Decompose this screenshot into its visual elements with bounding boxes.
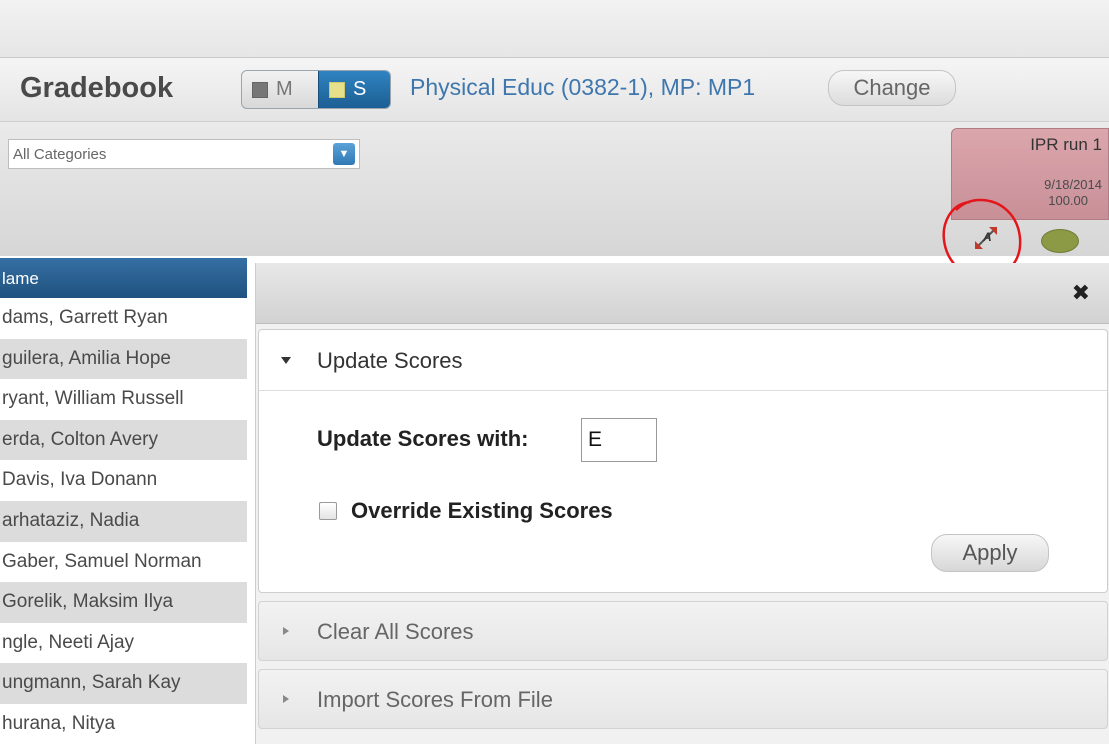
- import-scores-section[interactable]: Import Scores From File: [258, 669, 1108, 729]
- triangle-down-icon: [281, 357, 291, 364]
- square-icon: [252, 81, 268, 98]
- category-select-value: All Categories: [13, 146, 107, 163]
- toggle-m-label: M: [276, 78, 293, 100]
- student-row[interactable]: Davis, Iva Donann: [0, 460, 247, 501]
- browser-top-strip: [0, 0, 1109, 58]
- student-row[interactable]: guilera, Amilia Hope: [0, 338, 247, 380]
- update-scores-input[interactable]: [581, 418, 657, 462]
- student-row[interactable]: erda, Colton Avery: [0, 419, 247, 461]
- student-row[interactable]: ngle, Neeti Ajay: [0, 623, 247, 664]
- student-row[interactable]: ryant, William Russell: [0, 379, 247, 420]
- change-button[interactable]: Change: [828, 70, 956, 106]
- name-column-header[interactable]: lame: [0, 258, 247, 298]
- override-checkbox[interactable]: [319, 502, 337, 520]
- student-row[interactable]: dams, Garrett Ryan: [0, 298, 247, 339]
- toggle-m-button[interactable]: M: [242, 71, 320, 108]
- panel-titlebar: ✖: [256, 263, 1109, 324]
- close-icon[interactable]: ✖: [1072, 282, 1090, 304]
- apply-button[interactable]: Apply: [931, 534, 1049, 572]
- triangle-right-icon: [283, 695, 289, 703]
- student-row[interactable]: arhataziz, Nadia: [0, 500, 247, 542]
- status-oval-icon[interactable]: [1041, 229, 1079, 253]
- assignment-points: 100.00: [1048, 193, 1088, 208]
- grid-toolbar: All Categories ▼: [0, 122, 1109, 256]
- assignment-name: IPR run 1: [1030, 135, 1102, 154]
- student-row[interactable]: Gorelik, Maksim Ilya: [0, 582, 247, 623]
- student-row[interactable]: hurana, Nitya: [0, 704, 247, 744]
- clear-scores-title: Clear All Scores: [317, 619, 474, 644]
- square-icon: [329, 81, 345, 98]
- triangle-right-icon: [283, 627, 289, 635]
- update-scores-header[interactable]: Update Scores: [259, 330, 1107, 391]
- update-scores-label: Update Scores with:: [317, 426, 529, 451]
- assignment-header[interactable]: IPR run 1 9/18/2014 100.00: [951, 128, 1109, 220]
- toggle-s-button[interactable]: S: [318, 71, 390, 108]
- svg-text:A: A: [982, 230, 992, 244]
- clear-scores-section[interactable]: Clear All Scores: [258, 601, 1108, 661]
- student-row[interactable]: ungmann, Sarah Kay: [0, 663, 247, 704]
- override-label[interactable]: Override Existing Scores: [351, 498, 613, 524]
- page-title: Gradebook: [20, 72, 174, 104]
- dropdown-arrow-icon[interactable]: ▼: [333, 143, 355, 165]
- mass-assign-icon[interactable]: A: [972, 224, 1000, 252]
- category-select[interactable]: All Categories ▼: [8, 139, 360, 169]
- course-info: Physical Educ (0382-1), MP: MP1: [410, 74, 756, 100]
- import-scores-title: Import Scores From File: [317, 687, 553, 712]
- gradebook-header: Gradebook M S Physical Educ (0382-1), MP…: [0, 58, 1109, 122]
- student-row[interactable]: Gaber, Samuel Norman: [0, 542, 247, 583]
- student-list: lame dams, Garrett Ryan guilera, Amilia …: [0, 258, 247, 744]
- assignment-date: 9/18/2014: [1044, 177, 1102, 192]
- view-toggle: M S: [241, 70, 391, 109]
- update-scores-section: Update Scores Update Scores with: Overri…: [258, 329, 1108, 593]
- mass-assign-panel: ✖ Update Scores Update Scores with: Over…: [255, 263, 1109, 744]
- toggle-s-label: S: [353, 78, 367, 100]
- update-scores-title: Update Scores: [317, 348, 463, 373]
